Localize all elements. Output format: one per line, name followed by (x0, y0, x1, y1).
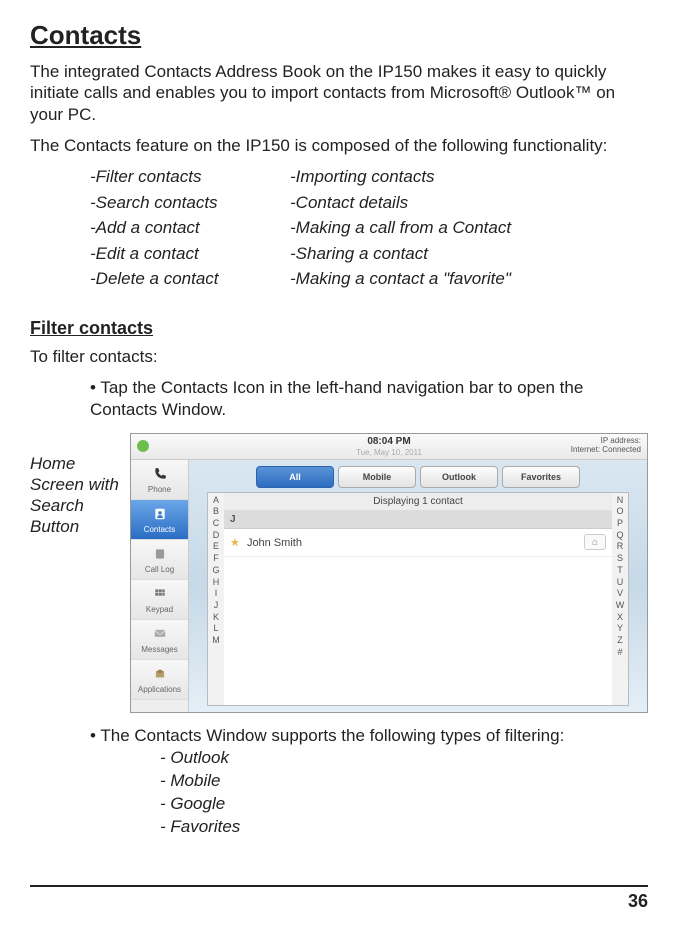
sidebar-item-contacts[interactable]: Contacts (131, 500, 188, 540)
applications-icon (149, 665, 171, 683)
phone-icon (149, 465, 171, 483)
contact-name: John Smith (247, 537, 302, 549)
contact-count: Displaying 1 contact (224, 493, 612, 511)
status-bar: 08:04 PM Tue, May 10, 2011 IP address: I… (131, 434, 647, 460)
page-title: Contacts (30, 20, 648, 51)
tab-outlook[interactable]: Outlook (420, 466, 498, 488)
filter-type-item: - Google (160, 793, 648, 816)
alpha-index-left[interactable]: A B C D E F G H I J K L M (208, 493, 224, 705)
feature-list: -Filter contacts -Search contacts -Add a… (30, 164, 648, 292)
filter-type-item: - Outlook (160, 747, 648, 770)
feature-item: -Add a contact (90, 215, 290, 241)
intro-text: The integrated Contacts Address Book on … (30, 61, 648, 125)
favorite-star-icon: ★ (230, 537, 240, 549)
figure-caption: Home Screen with Search Button (30, 433, 130, 538)
keypad-icon (149, 585, 171, 603)
filter-contacts-heading: Filter contacts (30, 318, 648, 339)
feature-item: -Importing contacts (290, 164, 570, 190)
sidebar-nav: Phone Contacts Call Log (131, 460, 189, 712)
home-icon[interactable]: ⌂ (584, 534, 606, 550)
contact-list-panel: A B C D E F G H I J K L M (207, 492, 629, 706)
step-intro: To filter contacts: (30, 347, 648, 367)
contact-row[interactable]: ★ John Smith ⌂ (224, 529, 612, 557)
messages-icon (149, 625, 171, 643)
status-time: 08:04 PM (131, 436, 647, 447)
content-area: All Mobile Outlook Favorites A B C D E F… (189, 460, 647, 712)
sidebar-item-keypad[interactable]: Keypad (131, 580, 188, 620)
call-log-icon (149, 545, 171, 563)
feature-item: -Making a contact a "favorite" (290, 266, 570, 292)
feature-item: -Delete a contact (90, 266, 290, 292)
group-header-j: J (224, 511, 612, 529)
status-date: Tue, May 10, 2011 (131, 448, 647, 457)
feature-item: -Edit a contact (90, 241, 290, 267)
step-bullet-1: • Tap the Contacts Icon in the left-hand… (30, 377, 648, 421)
feature-item: -Filter contacts (90, 164, 290, 190)
filter-type-item: - Favorites (160, 816, 648, 839)
sidebar-item-messages[interactable]: Messages (131, 620, 188, 660)
alpha-index-right[interactable]: N O P Q R S T U V W X Y Z # (612, 493, 628, 705)
screenshot-home-screen: 08:04 PM Tue, May 10, 2011 IP address: I… (130, 433, 648, 713)
sidebar-item-call-log[interactable]: Call Log (131, 540, 188, 580)
step-bullet-2: • The Contacts Window supports the follo… (30, 725, 648, 839)
contacts-icon (149, 505, 171, 523)
sidebar-item-applications[interactable]: Applications (131, 660, 188, 700)
tab-all[interactable]: All (256, 466, 334, 488)
feature-item: -Search contacts (90, 190, 290, 216)
feature-item: -Contact details (290, 190, 570, 216)
sidebar-item-phone[interactable]: Phone (131, 460, 188, 500)
feature-item: -Making a call from a Contact (290, 215, 570, 241)
filter-type-item: - Mobile (160, 770, 648, 793)
filter-tabs: All Mobile Outlook Favorites (189, 460, 647, 492)
tab-favorites[interactable]: Favorites (502, 466, 580, 488)
page-number: 36 (30, 885, 648, 912)
compose-text: The Contacts feature on the IP150 is com… (30, 135, 648, 156)
tab-mobile[interactable]: Mobile (338, 466, 416, 488)
feature-item: -Sharing a contact (290, 241, 570, 267)
figure-row: Home Screen with Search Button 08:04 PM … (30, 433, 648, 713)
